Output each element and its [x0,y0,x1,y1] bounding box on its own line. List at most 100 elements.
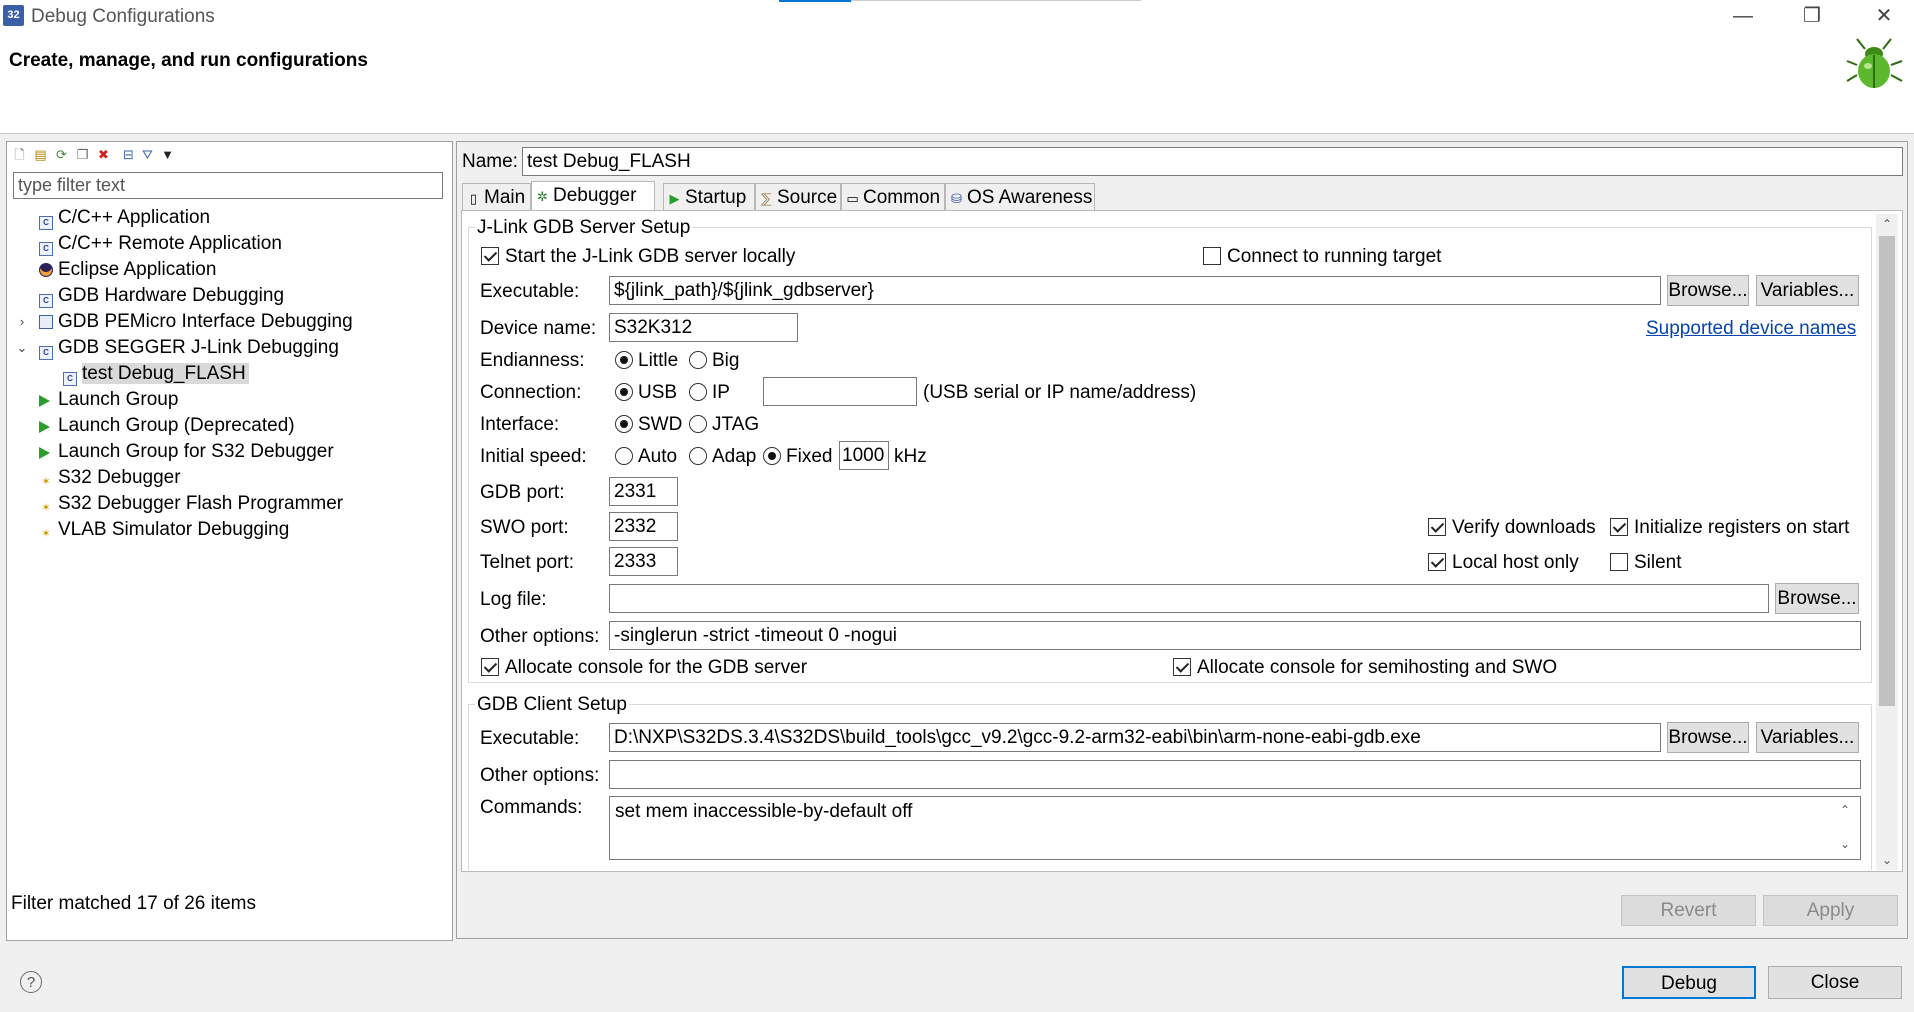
start-server-locally-checkbox[interactable]: Start the J-Link GDB server locally [481,246,795,268]
verify-downloads-checkbox[interactable]: Verify downloads [1428,517,1596,539]
supported-device-names-link[interactable]: Supported device names [1646,318,1856,340]
export-config-icon[interactable]: ⟳ [53,146,70,163]
connection-usb-radio[interactable]: USB [615,382,677,404]
config-name-input[interactable] [522,147,1903,176]
init-registers-checkbox[interactable]: Initialize registers on start [1610,517,1849,539]
swo-port-input[interactable] [609,512,678,541]
commands-scroll-up-icon[interactable]: ⌃ [1834,800,1856,820]
tree-item-cpp-remote-application[interactable]: C C/C++ Remote Application [39,231,282,257]
checkbox-label: Verify downloads [1452,517,1596,538]
interface-swd-radio[interactable]: SWD [615,414,682,436]
tree-item-s32-flash-programmer[interactable]: ✶ S32 Debugger Flash Programmer [39,491,343,517]
initial-speed-label: Initial speed: [480,446,587,467]
server-executable-input[interactable] [609,276,1661,305]
interface-jtag-radio[interactable]: JTAG [689,414,759,436]
tree-item-gdb-pemicro[interactable]: GDB PEMicro Interface Debugging [39,309,353,335]
gdb-port-input[interactable] [609,477,678,506]
tab-os-awareness[interactable]: ⛁ OS Awareness [945,183,1095,210]
apply-button[interactable]: Apply [1763,895,1898,926]
tab-scrollbar-thumb[interactable] [1879,236,1895,706]
client-browse-button[interactable]: Browse... [1667,722,1749,753]
tree-item-vlab-simulator[interactable]: ✶ VLAB Simulator Debugging [39,517,289,543]
server-variables-button[interactable]: Variables... [1756,275,1859,306]
tab-common[interactable]: ▭ Common [841,183,945,210]
new-config-icon[interactable]: 🗋 [11,146,28,163]
tree-item-label: GDB Hardware Debugging [58,285,285,306]
help-icon[interactable]: ? [20,971,42,993]
tree-item-gdb-hardware-debugging[interactable]: C GDB Hardware Debugging [39,283,284,309]
radio-label: USB [638,382,678,403]
checkbox-label: Start the J-Link GDB server locally [505,246,796,267]
close-button[interactable]: Close [1768,966,1902,999]
delete-config-icon[interactable]: ✖ [95,146,112,163]
new-prototype-icon[interactable]: ▤ [32,146,49,163]
commands-textarea[interactable]: set mem inaccessible-by-default off [609,796,1861,860]
speed-auto-radio[interactable]: Auto [615,446,677,468]
client-other-options-label: Other options: [480,765,600,786]
tree-item-label: Launch Group for S32 Debugger [58,441,334,462]
checkbox-checked [1173,658,1191,676]
tree-item-launch-group[interactable]: Launch Group [39,387,178,413]
tree-item-cpp-application[interactable]: C C/C++ Application [39,205,210,231]
debug-button[interactable]: Debug [1622,966,1756,999]
endian-big-radio[interactable]: Big [689,350,739,372]
close-window-button[interactable]: ✕ [1856,0,1912,33]
speed-adaptive-radio[interactable]: Adap [689,446,756,468]
speed-value-input[interactable] [839,441,889,470]
scroll-up-icon[interactable]: ⌃ [1876,214,1898,234]
tree-item-gdb-segger-jlink[interactable]: C GDB SEGGER J-Link Debugging [39,335,339,361]
server-browse-button[interactable]: Browse... [1667,275,1749,306]
title-accent [779,0,851,2]
radio-label: Fixed [786,446,833,467]
collapse-chevron-icon[interactable]: ⌄ [16,335,28,361]
tree-item-s32-debugger[interactable]: ✶ S32 Debugger [39,465,180,491]
c-config-icon: C [63,372,77,386]
tab-main[interactable]: ▯ Main [462,183,531,210]
radio-unselected [689,351,707,369]
restore-button[interactable]: ❐ [1784,0,1840,33]
connection-ip-radio[interactable]: IP [689,382,730,404]
tree-item-label: GDB SEGGER J-Link Debugging [58,337,339,358]
client-variables-button[interactable]: Variables... [1756,722,1859,753]
tree-item-eclipse-application[interactable]: Eclipse Application [39,257,216,283]
tab-startup[interactable]: ▶ Startup [663,183,755,210]
log-browse-button[interactable]: Browse... [1775,583,1859,614]
duplicate-config-icon[interactable]: ❐ [74,146,91,163]
endian-little-radio[interactable]: Little [615,350,678,372]
tree-item-launch-group-s32[interactable]: Launch Group for S32 Debugger [39,439,334,465]
scroll-down-icon[interactable]: ⌄ [1876,850,1898,870]
speed-fixed-radio[interactable]: Fixed [763,446,832,468]
tab-debugger[interactable]: ✲ Debugger [531,181,655,210]
allocate-semihosting-console-checkbox[interactable]: Allocate console for semihosting and SWO [1173,657,1557,679]
minimize-button[interactable]: — [1715,0,1771,33]
device-name-input[interactable] [609,313,798,342]
client-other-options-input[interactable] [609,760,1861,789]
tree-item-label: GDB PEMicro Interface Debugging [58,311,353,332]
client-executable-label: Executable: [480,728,580,749]
local-host-only-checkbox[interactable]: Local host only [1428,552,1579,574]
collapse-all-icon[interactable]: ⊟ [120,146,137,163]
title-bar: 32 Debug Configurations — ❐ ✕ [0,0,1914,33]
telnet-port-input[interactable] [609,547,678,576]
tree-item-test-debug-flash[interactable]: Ctest Debug_FLASH [63,361,249,387]
tab-source[interactable]: ⅀ Source [755,183,841,210]
server-other-options-input[interactable] [609,621,1861,650]
tree-item-launch-group-deprecated[interactable]: Launch Group (Deprecated) [39,413,295,439]
view-menu-icon[interactable]: ▼ [159,146,176,163]
radio-unselected [689,383,707,401]
commands-scroll-down-icon[interactable]: ⌄ [1834,834,1856,854]
checkbox-unchecked [1610,553,1628,571]
connection-address-input[interactable] [763,377,917,406]
client-executable-input[interactable] [609,723,1661,752]
connect-running-target-checkbox[interactable]: Connect to running target [1203,246,1441,268]
launch-group-icon [39,395,50,407]
filter-icon[interactable]: ⛛ [139,146,156,163]
expand-chevron-icon[interactable]: › [16,309,28,335]
filter-input[interactable] [13,172,443,199]
checkbox-label: Connect to running target [1227,246,1442,267]
allocate-gdb-console-checkbox[interactable]: Allocate console for the GDB server [481,657,807,679]
silent-checkbox[interactable]: Silent [1610,552,1682,574]
log-file-input[interactable] [609,584,1769,613]
connection-label: Connection: [480,382,582,403]
revert-button[interactable]: Revert [1621,895,1756,926]
